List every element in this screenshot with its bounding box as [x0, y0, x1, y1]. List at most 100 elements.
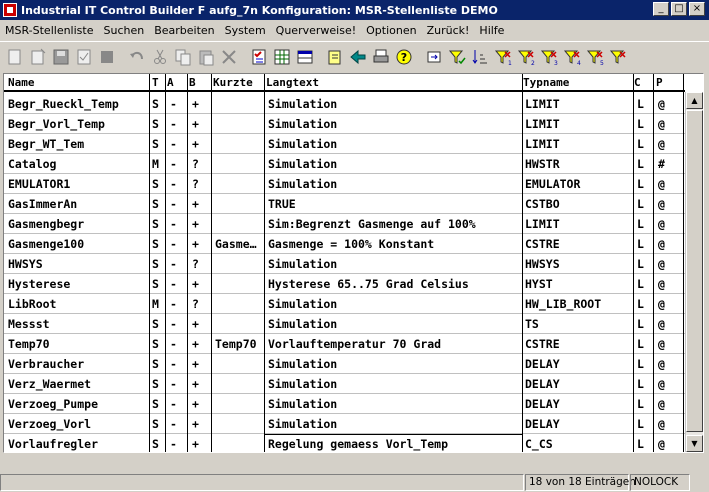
cell-typ[interactable]: LIMIT — [525, 137, 631, 151]
cell-p[interactable]: @ — [658, 357, 678, 371]
cell-t[interactable]: S — [152, 137, 164, 151]
save-icon[interactable] — [50, 46, 72, 68]
cell-typ[interactable]: HWSYS — [525, 257, 631, 271]
cell-name[interactable]: Gasmengbegr — [8, 217, 148, 231]
table-row[interactable]: Verz_Waermet S - + Simulation DELAY L @ — [4, 374, 685, 394]
sort-icon[interactable] — [469, 46, 491, 68]
cell-lang[interactable]: Simulation — [268, 97, 522, 111]
cell-typ[interactable]: C_CS — [525, 437, 631, 451]
table-row[interactable]: Verzoeg_Vorl S - + Simulation DELAY L @ — [4, 414, 685, 434]
filter-3-icon[interactable]: 3 — [538, 46, 560, 68]
col-header-a[interactable]: A — [167, 76, 174, 89]
menu-system[interactable]: System — [220, 24, 271, 37]
scroll-thumb[interactable] — [686, 110, 703, 432]
cell-b[interactable]: + — [192, 117, 208, 131]
paste-icon[interactable] — [195, 46, 217, 68]
cell-typ[interactable]: DELAY — [525, 397, 631, 411]
cell-c[interactable]: L — [637, 297, 653, 311]
cell-c[interactable]: L — [637, 237, 653, 251]
cell-typ[interactable]: LIMIT — [525, 117, 631, 131]
table-row[interactable]: Messst S - + Simulation TS L @ — [4, 314, 685, 334]
cell-c[interactable]: L — [637, 317, 653, 331]
cell-p[interactable]: @ — [658, 317, 678, 331]
cell-p[interactable]: @ — [658, 97, 678, 111]
scroll-down-button[interactable]: ▼ — [686, 435, 703, 452]
cell-name[interactable]: Verz_Waermet — [8, 377, 148, 391]
cell-name[interactable]: Hysterese — [8, 277, 148, 291]
col-header-p[interactable]: P — [656, 76, 663, 89]
cell-typ[interactable]: CSTRE — [525, 337, 631, 351]
filter-icon[interactable] — [446, 46, 468, 68]
cell-b[interactable]: + — [192, 437, 208, 451]
cell-p[interactable]: @ — [658, 277, 678, 291]
col-header-c[interactable]: C — [634, 76, 641, 89]
col-header-t[interactable]: T — [152, 76, 159, 89]
cell-name[interactable]: Begr_Rueckl_Temp — [8, 97, 148, 111]
cell-a[interactable]: - — [170, 137, 184, 151]
cell-b[interactable]: ? — [192, 297, 208, 311]
cell-c[interactable]: L — [637, 437, 653, 451]
cell-p[interactable]: @ — [658, 297, 678, 311]
menu-zurueck[interactable]: Zurück! — [422, 24, 475, 37]
col-header-typname[interactable]: Typname — [523, 76, 569, 89]
minimize-button[interactable]: _ — [653, 2, 669, 16]
cell-t[interactable]: S — [152, 317, 164, 331]
cell-c[interactable]: L — [637, 217, 653, 231]
cell-t[interactable]: S — [152, 177, 164, 191]
cell-p[interactable]: @ — [658, 437, 678, 451]
check-icon[interactable] — [73, 46, 95, 68]
cell-typ[interactable]: DELAY — [525, 417, 631, 431]
cell-b[interactable]: + — [192, 357, 208, 371]
table-row[interactable]: Gasmengbegr S - + Sim:Begrenzt Gasmenge auf … — [4, 214, 685, 234]
cell-a[interactable]: - — [170, 197, 184, 211]
cell-a[interactable]: - — [170, 337, 184, 351]
cell-p[interactable]: @ — [658, 177, 678, 191]
edit-document-icon[interactable] — [324, 46, 346, 68]
cell-typ[interactable]: TS — [525, 317, 631, 331]
focused-cell[interactable] — [264, 434, 523, 452]
cell-name[interactable]: Gasmenge100 — [8, 237, 148, 251]
cell-t[interactable]: S — [152, 397, 164, 411]
cell-b[interactable]: + — [192, 417, 208, 431]
cell-t[interactable]: S — [152, 417, 164, 431]
cell-c[interactable]: L — [637, 337, 653, 351]
menu-msr-stellenliste[interactable]: MSR-Stellenliste — [0, 24, 98, 37]
menu-querverweise[interactable]: Querverweise! — [271, 24, 361, 37]
cell-b[interactable]: ? — [192, 177, 208, 191]
cell-c[interactable]: L — [637, 117, 653, 131]
cell-name[interactable]: Verbraucher — [8, 357, 148, 371]
table-row[interactable]: LibRoot M -? Simulation HW_LIB_ROOT L @ — [4, 294, 685, 314]
cell-a[interactable]: - — [170, 417, 184, 431]
cell-b[interactable]: + — [192, 277, 208, 291]
cell-name[interactable]: LibRoot — [8, 297, 148, 311]
menu-suchen[interactable]: Suchen — [98, 24, 149, 37]
cell-a[interactable]: - — [170, 297, 184, 311]
cell-b[interactable]: ? — [192, 257, 208, 271]
cell-a[interactable]: - — [170, 317, 184, 331]
cell-lang[interactable]: Simulation — [268, 417, 522, 431]
table-row[interactable]: Verbraucher S - + Simulation DELAY L @ — [4, 354, 685, 374]
table-row[interactable]: Begr_Vorl_Temp S - + Simulation LIMIT L @ — [4, 114, 685, 134]
cell-c[interactable]: L — [637, 97, 653, 111]
cell-b[interactable]: + — [192, 377, 208, 391]
stop-icon[interactable] — [96, 46, 118, 68]
cell-typ[interactable]: CSTRE — [525, 237, 631, 251]
cell-t[interactable]: S — [152, 277, 164, 291]
cell-name[interactable]: Catalog — [8, 157, 148, 171]
cell-name[interactable]: Begr_WT_Tem — [8, 137, 148, 151]
cell-typ[interactable]: HYST — [525, 277, 631, 291]
cell-t[interactable]: S — [152, 257, 164, 271]
cell-c[interactable]: L — [637, 157, 653, 171]
cell-b[interactable]: + — [192, 317, 208, 331]
table-row[interactable]: Hysterese S - + Hysterese 65..75 Grad Celsiu… — [4, 274, 685, 294]
checklist-icon[interactable] — [248, 46, 270, 68]
cell-p[interactable]: @ — [658, 137, 678, 151]
cell-p[interactable]: @ — [658, 117, 678, 131]
table-view-icon[interactable] — [294, 46, 316, 68]
table-row[interactable]: GasImmerAn S - + TRUE CSTBO L @ — [4, 194, 685, 214]
cell-name[interactable]: EMULATOR1 — [8, 177, 148, 191]
menu-bearbeiten[interactable]: Bearbeiten — [149, 24, 219, 37]
cell-name[interactable]: Verzoeg_Vorl — [8, 417, 148, 431]
cell-lang[interactable]: Simulation — [268, 297, 522, 311]
table-row[interactable]: Gasmenge100 S - + Gasme… Gasmenge = 100% Kons… — [4, 234, 685, 254]
